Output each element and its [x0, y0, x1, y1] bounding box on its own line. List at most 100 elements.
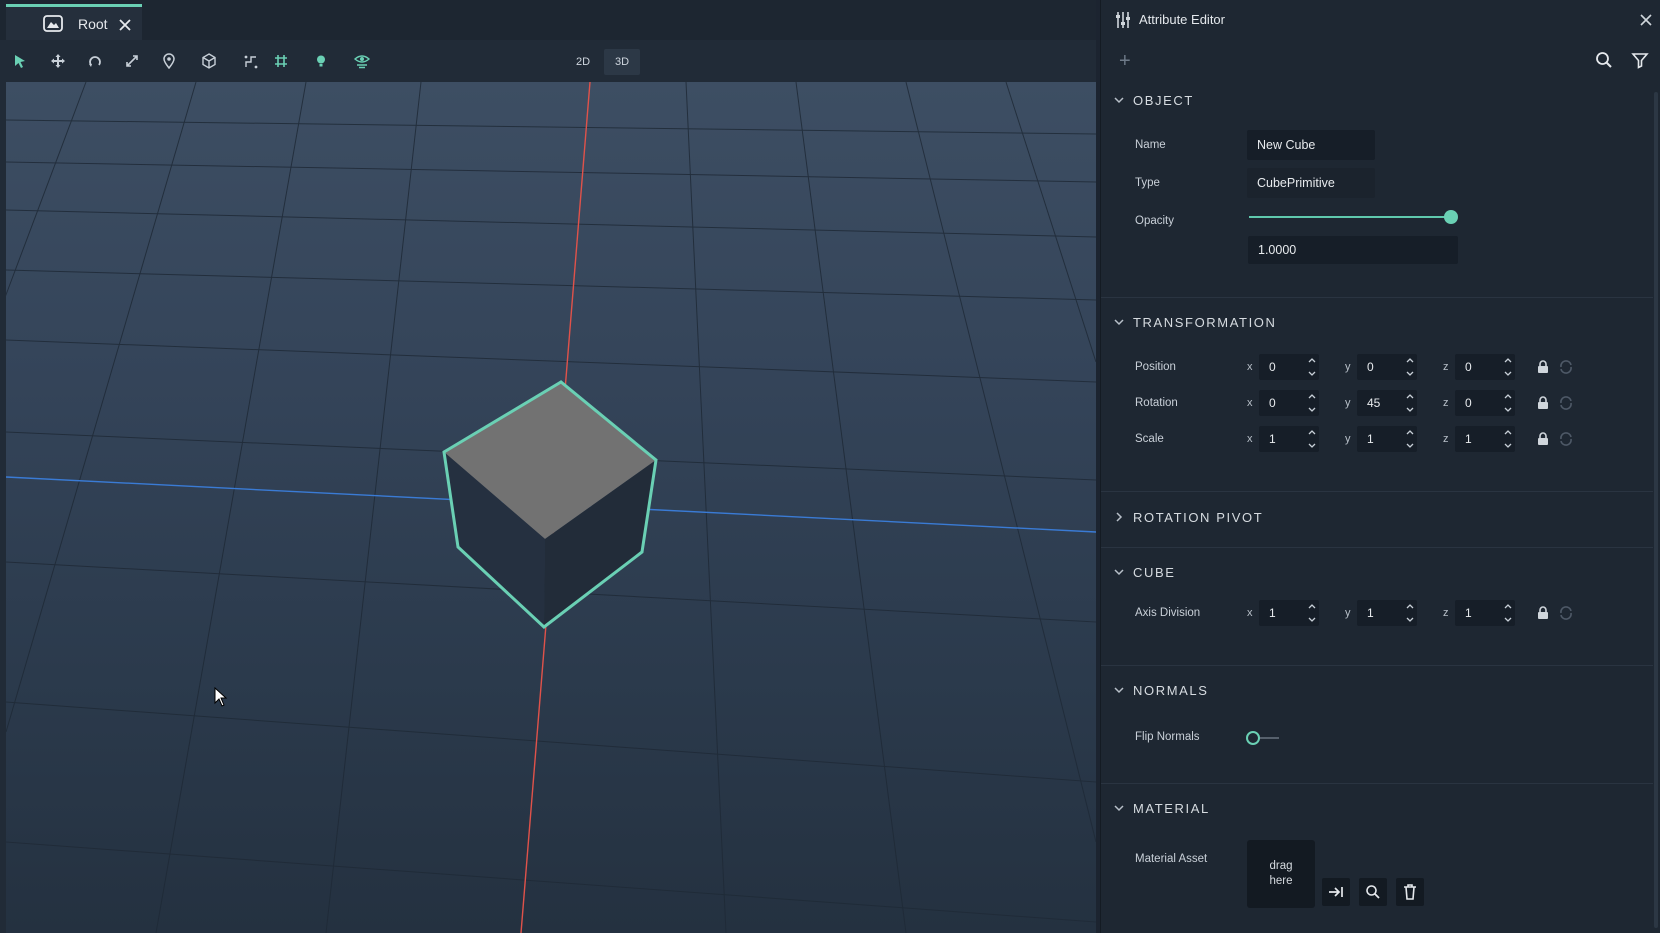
filter-icon[interactable] — [1631, 51, 1649, 74]
mode-2d-button[interactable]: 2D — [565, 49, 601, 75]
lock-icon[interactable] — [1536, 606, 1550, 620]
section-title: NORMALS — [1133, 682, 1209, 698]
rotation-label: Rotation — [1135, 397, 1178, 409]
arrow-to-line-icon — [1329, 887, 1343, 897]
section-material: MATERIAL Material Asset drag here — [1101, 784, 1653, 933]
slider-track — [1249, 216, 1451, 218]
position-label: Position — [1135, 361, 1176, 373]
search-icon — [1366, 885, 1380, 899]
chevron-down-icon — [1114, 97, 1124, 104]
close-icon[interactable] — [116, 16, 134, 34]
world-axes-icon[interactable] — [197, 50, 221, 72]
assign-material-button[interactable] — [1322, 878, 1350, 906]
tab-label: Root — [78, 15, 108, 32]
axis-division-label: Axis Division — [1135, 607, 1201, 619]
section-title: TRANSFORMATION — [1133, 314, 1277, 330]
panel-scrollbar[interactable] — [1654, 92, 1658, 928]
opacity-field[interactable]: 1.0000 — [1248, 236, 1458, 264]
axis-label-x: x — [1247, 361, 1253, 373]
section-title: ROTATION PIVOT — [1133, 509, 1264, 525]
opacity-slider[interactable] — [1249, 208, 1459, 226]
axis-label-y: y — [1345, 361, 1351, 373]
axis-label-z: z — [1443, 607, 1449, 619]
trash-icon — [1404, 884, 1416, 900]
section-object: OBJECT Name New Cube Type CubePrimitive … — [1101, 86, 1653, 298]
viewport-pane: Root 2D 3D — [0, 0, 1096, 933]
grid-icon[interactable] — [269, 50, 293, 72]
stepper-icon[interactable] — [1503, 600, 1513, 626]
section-title: MATERIAL — [1133, 800, 1210, 816]
link-scale-icon[interactable] — [1558, 605, 1574, 621]
drop-text-line1: drag — [1269, 860, 1293, 872]
material-drop-zone[interactable]: drag here — [1247, 840, 1315, 908]
find-material-button[interactable] — [1359, 878, 1387, 906]
link-scale-icon[interactable] — [1558, 359, 1574, 375]
tab-root[interactable]: Root — [6, 4, 142, 40]
section-header-transformation[interactable]: TRANSFORMATION — [1113, 312, 1277, 332]
stepper-icon[interactable] — [1307, 390, 1317, 416]
section-rotation-pivot: ROTATION PIVOT — [1101, 492, 1653, 548]
material-asset-label: Material Asset — [1135, 853, 1208, 865]
section-header-material[interactable]: MATERIAL — [1113, 798, 1210, 818]
attribute-editor-panel: Attribute Editor + OBJECT Name New Cube … — [1100, 0, 1660, 933]
stepper-icon[interactable] — [1307, 354, 1317, 380]
type-label: Type — [1135, 177, 1160, 189]
stepper-icon[interactable] — [1405, 354, 1415, 380]
stepper-icon[interactable] — [1503, 354, 1513, 380]
panel-title: Attribute Editor — [1139, 12, 1225, 27]
drop-text-line2: here — [1269, 875, 1293, 887]
type-field: CubePrimitive — [1247, 168, 1375, 198]
axis-label-y: y — [1345, 397, 1351, 409]
delete-material-button[interactable] — [1396, 878, 1424, 906]
axis-label-x: x — [1247, 607, 1253, 619]
lock-icon[interactable] — [1536, 360, 1550, 374]
section-header-normals[interactable]: NORMALS — [1113, 680, 1209, 700]
close-icon[interactable] — [1637, 11, 1655, 29]
add-attribute-button[interactable]: + — [1119, 50, 1131, 73]
chevron-down-icon — [1114, 687, 1124, 694]
axis-label-y: y — [1345, 607, 1351, 619]
camera-eye-icon[interactable] — [350, 50, 374, 72]
search-icon[interactable] — [1595, 51, 1613, 74]
stepper-icon[interactable] — [1405, 600, 1415, 626]
link-scale-icon[interactable] — [1558, 395, 1574, 411]
mode-3d-button[interactable]: 3D — [604, 49, 640, 75]
axis-label-y: y — [1345, 433, 1351, 445]
axis-label-z: z — [1443, 361, 1449, 373]
stepper-icon[interactable] — [1503, 426, 1513, 452]
stepper-icon[interactable] — [1503, 390, 1513, 416]
name-field[interactable]: New Cube — [1247, 130, 1375, 160]
axis-label-z: z — [1443, 397, 1449, 409]
scale-label: Scale — [1135, 433, 1164, 445]
section-cube: CUBE Axis Division x 1 y 1 z 1 — [1101, 548, 1653, 666]
flip-normals-toggle[interactable] — [1245, 730, 1281, 746]
pin-icon[interactable] — [157, 50, 181, 72]
move-icon[interactable] — [46, 50, 70, 72]
viewport-toolbar: 2D 3D — [0, 40, 1096, 82]
axis-label-x: x — [1247, 397, 1253, 409]
stepper-icon[interactable] — [1405, 390, 1415, 416]
tab-bar: Root — [0, 0, 1096, 40]
snap-points-icon[interactable] — [239, 50, 263, 72]
3d-viewport[interactable] — [6, 82, 1096, 933]
section-transformation: TRANSFORMATION Position x 0 y 0 z 0 Rotation x 0 y… — [1101, 306, 1653, 492]
slider-thumb[interactable] — [1444, 210, 1458, 224]
light-bulb-icon[interactable] — [309, 50, 333, 72]
rotate-icon[interactable] — [83, 50, 107, 72]
panel-toolbar: + — [1101, 40, 1660, 80]
scene-icon — [42, 14, 64, 39]
flip-normals-label: Flip Normals — [1135, 731, 1200, 743]
section-header-object[interactable]: OBJECT — [1113, 90, 1194, 110]
lock-icon[interactable] — [1536, 432, 1550, 446]
section-header-rotation-pivot[interactable]: ROTATION PIVOT — [1113, 507, 1263, 527]
stepper-icon[interactable] — [1405, 426, 1415, 452]
lock-icon[interactable] — [1536, 396, 1550, 410]
select-arrow-icon[interactable] — [8, 50, 32, 72]
stepper-icon[interactable] — [1307, 600, 1317, 626]
stepper-icon[interactable] — [1307, 426, 1317, 452]
scale-icon[interactable] — [120, 50, 144, 72]
section-header-cube[interactable]: CUBE — [1113, 562, 1176, 582]
chevron-down-icon — [1114, 319, 1124, 326]
link-scale-icon[interactable] — [1558, 431, 1574, 447]
panel-header: Attribute Editor — [1101, 0, 1660, 40]
